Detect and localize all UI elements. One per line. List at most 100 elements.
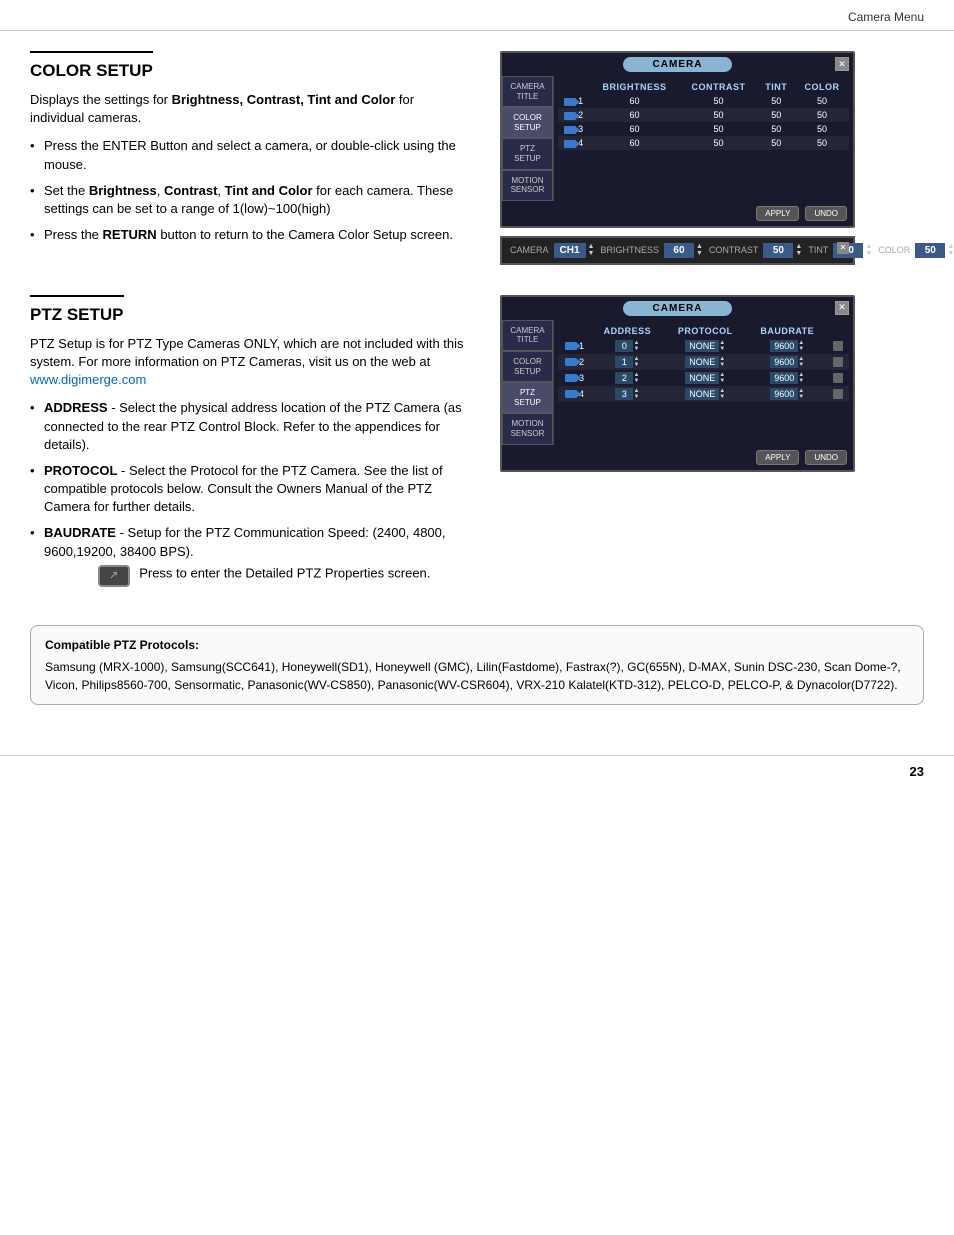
- page-footer: 23: [0, 755, 954, 787]
- color-ui-main: BRIGHTNESS CONTRAST TINT COLOR 1 60: [554, 76, 853, 201]
- color-setup-visuals: CAMERA ✕ CAMERATITLE COLORSETUP PTZSETUP…: [500, 51, 860, 265]
- camera-field: CAMERA CH1 ▲▼: [510, 243, 594, 258]
- color-bottom-bar: ✕ CAMERA CH1 ▲▼ BRIGHTNESS 60 ▲▼ CONTRAS…: [500, 236, 855, 265]
- ptz-properties-icon[interactable]: [98, 565, 130, 587]
- contrast-val: 50: [680, 136, 758, 150]
- contrast-field: CONTRAST 50 ▲▼: [709, 243, 802, 258]
- brightness-field: BRIGHTNESS 60 ▲▼: [600, 243, 702, 258]
- table-row: 4 60 50 50 50: [558, 136, 849, 150]
- compat-protocols-box: Compatible PTZ Protocols: Samsung (MRX-1…: [30, 625, 924, 705]
- compat-text: Samsung (MRX-1000), Samsung(SCC641), Hon…: [45, 658, 909, 694]
- ptz-setup-section: PTZ SETUP PTZ Setup is for PTZ Type Came…: [30, 295, 924, 595]
- color-ui-titlebar: CAMERA ✕: [502, 53, 853, 76]
- color-ui-body: CAMERATITLE COLORSETUP PTZSETUP MOTIONSE…: [502, 76, 853, 201]
- header-title: Camera Menu: [848, 10, 924, 24]
- table-row: 3 60 50 50 50: [558, 122, 849, 136]
- table-row: 2 60 50 50 50: [558, 108, 849, 122]
- contrast-val: 50: [680, 108, 758, 122]
- ptz-apply-button[interactable]: APPLY: [756, 450, 799, 465]
- col-color: COLOR: [795, 80, 849, 94]
- ptz-col-address: ADDRESS: [591, 324, 664, 338]
- brightness-val: 60: [589, 94, 679, 108]
- ptz-sidebar-color-setup[interactable]: COLORSETUP: [502, 351, 553, 382]
- lock-icon: [828, 338, 849, 354]
- lock-icon: [828, 354, 849, 370]
- color-setup-text: COLOR SETUP Displays the settings for Br…: [30, 51, 470, 265]
- table-row: 3 2▲▼ NONE▲▼ 9600▲▼: [558, 370, 849, 386]
- ptz-camera-ui: CAMERA ✕ CAMERATITLE COLORSETUP PTZSETUP…: [500, 295, 855, 472]
- ptz-protocol: NONE▲▼: [664, 386, 747, 402]
- tint-val: 50: [757, 94, 795, 108]
- tint-val: 50: [757, 136, 795, 150]
- bullet-address: ADDRESS - Select the physical address lo…: [30, 399, 470, 454]
- bullet-return: Press the RETURN button to return to the…: [30, 226, 470, 244]
- color-ui-sidebar: CAMERATITLE COLORSETUP PTZSETUP MOTIONSE…: [502, 76, 554, 201]
- color-val: 50: [795, 136, 849, 150]
- sidebar-ptz-setup[interactable]: PTZSETUP: [502, 138, 553, 169]
- sidebar-color-setup[interactable]: COLORSETUP: [502, 107, 553, 138]
- cam-icon-cell: 4: [558, 136, 589, 150]
- ptz-col-lock: [828, 324, 849, 338]
- ptz-col-baudrate: BAUDRATE: [747, 324, 828, 338]
- ptz-col-cam: [558, 324, 591, 338]
- color-camera-ui: CAMERA ✕ CAMERATITLE COLORSETUP PTZSETUP…: [500, 51, 855, 228]
- ptz-address: 1▲▼: [591, 354, 664, 370]
- contrast-val: 50: [680, 122, 758, 136]
- color-setup-bullets: Press the ENTER Button and select a came…: [30, 137, 470, 244]
- apply-button[interactable]: APPLY: [756, 206, 799, 221]
- color-ui-title: CAMERA: [623, 57, 733, 72]
- ptz-ui-main: ADDRESS PROTOCOL BAUDRATE 1: [554, 320, 853, 445]
- ptz-sidebar-motion-sensor[interactable]: MOTIONSENSOR: [502, 413, 553, 444]
- close-icon[interactable]: ✕: [835, 57, 849, 71]
- ptz-baudrate: 9600▲▼: [747, 370, 828, 386]
- lock-icon: [828, 370, 849, 386]
- color-setup-title: COLOR SETUP: [30, 51, 153, 81]
- bullet-baudrate: BAUDRATE - Setup for the PTZ Communicati…: [30, 524, 470, 586]
- cam-icon-cell: 3: [558, 122, 589, 136]
- color-setup-section: COLOR SETUP Displays the settings for Br…: [30, 51, 924, 265]
- ptz-baudrate: 9600▲▼: [747, 354, 828, 370]
- ptz-address: 3▲▼: [591, 386, 664, 402]
- table-row: 1 0▲▼ NONE▲▼ 9600▲▼: [558, 338, 849, 354]
- cam-icon-cell: 1: [558, 94, 589, 108]
- ptz-setup-title: PTZ SETUP: [30, 295, 124, 325]
- col-brightness: BRIGHTNESS: [589, 80, 679, 94]
- undo-button[interactable]: UNDO: [805, 206, 847, 221]
- ptz-undo-button[interactable]: UNDO: [805, 450, 847, 465]
- contrast-value: 50: [763, 243, 793, 258]
- cam-icon-cell: 4: [558, 386, 591, 402]
- ptz-sidebar-ptz-setup[interactable]: PTZSETUP: [502, 382, 553, 413]
- ptz-sidebar-camera-title[interactable]: CAMERATITLE: [502, 320, 553, 351]
- color-setup-intro: Displays the settings for Brightness, Co…: [30, 91, 470, 127]
- page-number: 23: [910, 764, 924, 779]
- ptz-baudrate: 9600▲▼: [747, 338, 828, 354]
- sidebar-motion-sensor[interactable]: MOTIONSENSOR: [502, 170, 553, 201]
- lock-icon: [828, 386, 849, 402]
- cam-icon-cell: 3: [558, 370, 591, 386]
- ptz-protocol: NONE▲▼: [664, 370, 747, 386]
- close-x-icon[interactable]: ✕: [837, 242, 849, 254]
- compat-title: Compatible PTZ Protocols:: [45, 636, 909, 654]
- ptz-col-protocol: PROTOCOL: [664, 324, 747, 338]
- col-cam: [558, 80, 589, 94]
- digimerge-link[interactable]: www.digimerge.com: [30, 372, 146, 387]
- color-field: COLOR 50 ▲▼: [878, 243, 954, 258]
- contrast-val: 50: [680, 94, 758, 108]
- ptz-protocol: NONE▲▼: [664, 338, 747, 354]
- ptz-address: 2▲▼: [591, 370, 664, 386]
- ptz-setup-visuals: CAMERA ✕ CAMERATITLE COLORSETUP PTZSETUP…: [500, 295, 860, 595]
- ptz-address: 0▲▼: [591, 338, 664, 354]
- color-val: 50: [795, 122, 849, 136]
- bullet-enter: Press the ENTER Button and select a came…: [30, 137, 470, 173]
- ptz-table: ADDRESS PROTOCOL BAUDRATE 1: [558, 324, 849, 402]
- table-row: 4 3▲▼ NONE▲▼ 9600▲▼: [558, 386, 849, 402]
- ptz-setup-text: PTZ SETUP PTZ Setup is for PTZ Type Came…: [30, 295, 470, 595]
- cam-icon-cell: 2: [558, 354, 591, 370]
- close-icon[interactable]: ✕: [835, 301, 849, 315]
- ptz-ui-sidebar: CAMERATITLE COLORSETUP PTZSETUP MOTIONSE…: [502, 320, 554, 445]
- ptz-intro: PTZ Setup is for PTZ Type Cameras ONLY, …: [30, 335, 470, 390]
- ptz-ui-titlebar: CAMERA ✕: [502, 297, 853, 320]
- col-tint: TINT: [757, 80, 795, 94]
- sidebar-camera-title[interactable]: CAMERATITLE: [502, 76, 553, 107]
- ptz-baudrate: 9600▲▼: [747, 386, 828, 402]
